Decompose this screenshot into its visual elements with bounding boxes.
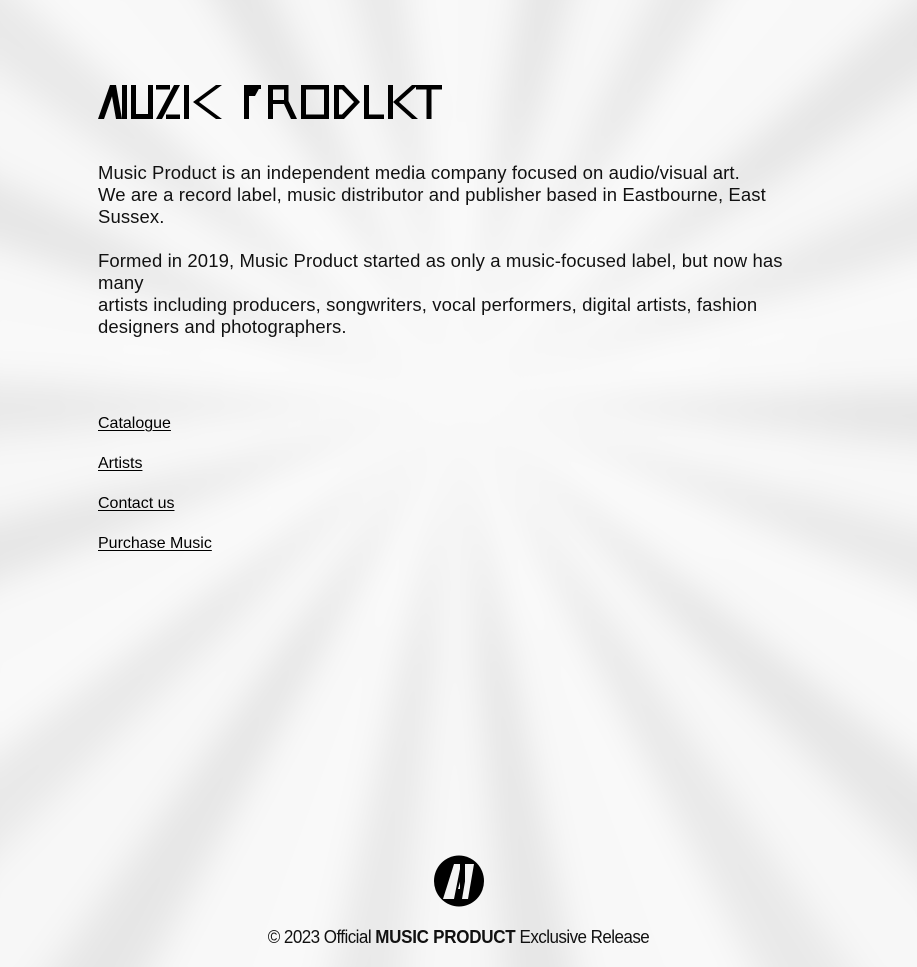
footer-brand-name: MUSIC PRODUCT — [375, 926, 516, 947]
nav-link-contact-us[interactable]: Contact us — [98, 494, 212, 514]
nav-link-purchase-music[interactable]: Purchase Music — [98, 534, 212, 554]
intro-paragraph-2-line-1: Formed in 2019, Music Product started as… — [98, 250, 783, 293]
intro-paragraph-1-line-2: We are a record label, music distributor… — [98, 184, 766, 227]
m-circle-logo-icon — [433, 855, 485, 907]
music-product-logo — [98, 82, 442, 122]
intro-text: Music Product is an independent media co… — [98, 162, 813, 338]
footer-copyright-prefix: © 2023 Official — [267, 926, 376, 947]
intro-paragraph-1-line-1: Music Product is an independent media co… — [98, 162, 740, 183]
footer-copyright-suffix: Exclusive Release — [515, 926, 650, 947]
main-nav: Catalogue Artists Contact us Purchase Mu… — [98, 414, 212, 574]
nav-link-artists[interactable]: Artists — [98, 454, 212, 474]
footer-copyright: © 2023 Official MUSIC PRODUCT Exclusive … — [37, 926, 881, 948]
nav-link-catalogue[interactable]: Catalogue — [98, 414, 212, 434]
intro-paragraph-2-line-2: artists including producers, songwriters… — [98, 294, 758, 337]
